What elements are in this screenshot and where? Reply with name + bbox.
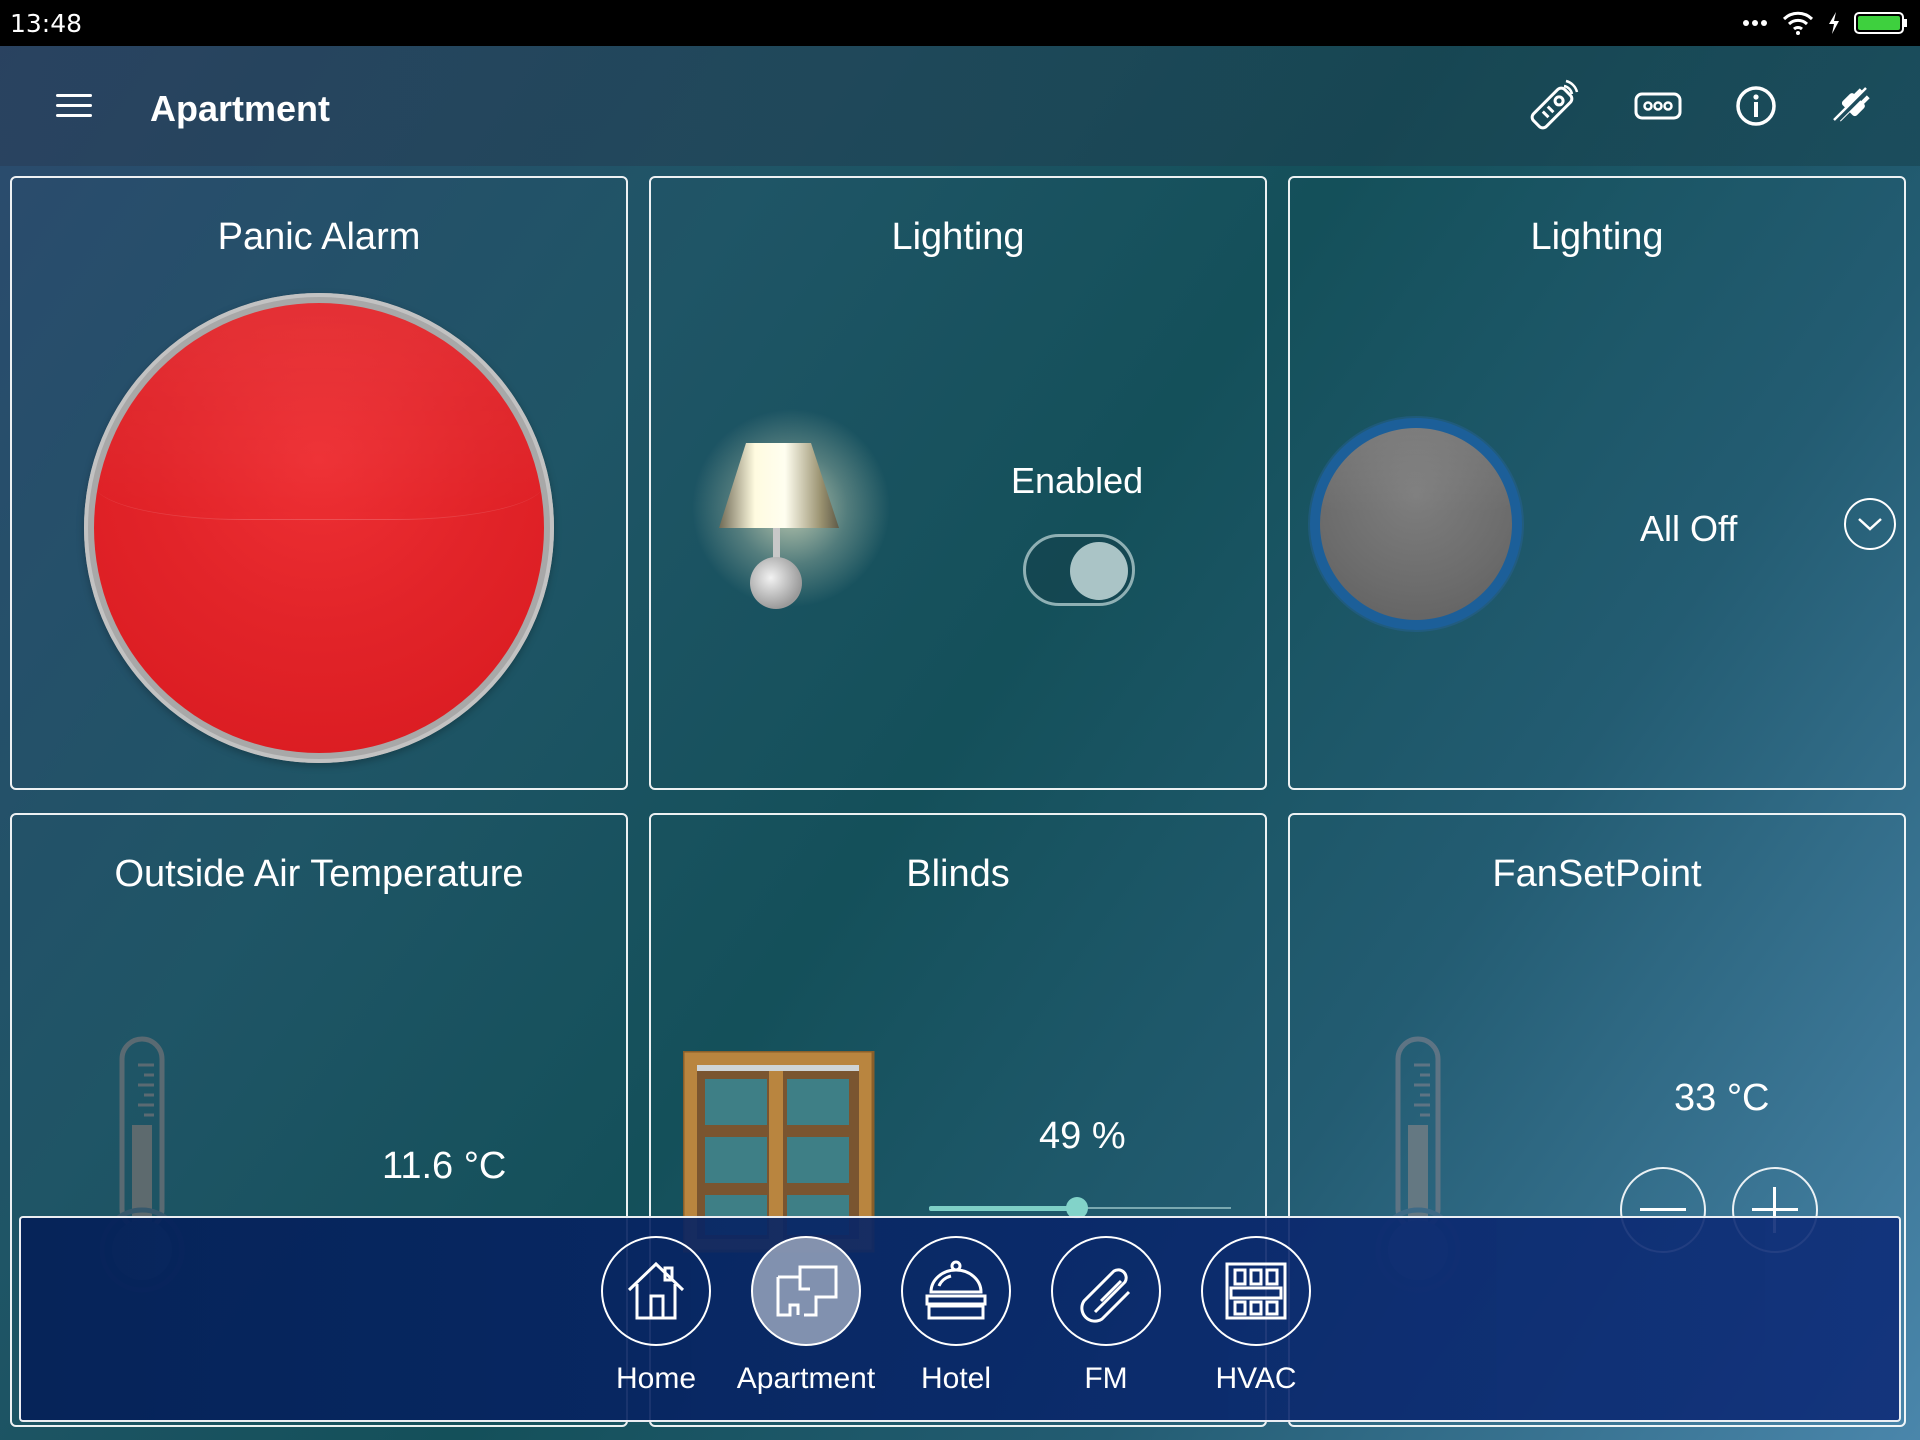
- fan-setpoint-value: 33 °C: [1674, 1077, 1770, 1119]
- tile-title: Outside Air Temperature: [114, 853, 524, 895]
- status-icons: [1742, 8, 1908, 38]
- lighting-scene-value: All Off: [1640, 508, 1738, 549]
- battery-icon: [1854, 12, 1907, 34]
- tile-title: Blinds: [906, 853, 1010, 895]
- nav-label: HVAC: [1215, 1362, 1297, 1395]
- lighting-scene-tile: Lighting All Off: [1288, 176, 1906, 790]
- remote-control-button[interactable]: [1522, 76, 1582, 136]
- remote-icon: [1530, 79, 1579, 130]
- light-state-button[interactable]: [1310, 418, 1522, 630]
- hotel-bell-icon: [925, 1260, 987, 1320]
- hamburger-menu-icon[interactable]: [50, 86, 100, 126]
- nav-item-home[interactable]: Home: [581, 1236, 731, 1416]
- hvac-icon: [1225, 1262, 1287, 1320]
- chevron-down-icon: [1858, 518, 1882, 531]
- tile-title: Panic Alarm: [217, 216, 421, 258]
- blinds-value: 49 %: [1039, 1115, 1126, 1157]
- nav-item-hotel[interactable]: Hotel: [881, 1236, 1031, 1416]
- page-title: Apartment: [150, 88, 331, 129]
- wall-lamp-icon: [719, 443, 839, 609]
- panic-alarm-button[interactable]: [84, 293, 554, 763]
- lighting-status-label: Enabled: [1011, 460, 1144, 501]
- disconnect-button[interactable]: [1822, 76, 1882, 136]
- nav-item-apartment[interactable]: Apartment: [731, 1236, 881, 1416]
- keypad-button[interactable]: [1628, 76, 1688, 136]
- lighting-enable-toggle[interactable]: [1023, 534, 1135, 606]
- panic-alarm-tile: Panic Alarm: [10, 176, 628, 790]
- status-time: 13:48: [10, 9, 83, 38]
- info-button[interactable]: [1726, 76, 1786, 136]
- minus-icon: [1640, 1208, 1686, 1211]
- scene-dropdown-button[interactable]: [1844, 498, 1896, 550]
- apartment-icon: [776, 1265, 838, 1317]
- wifi-icon: [1782, 11, 1814, 35]
- tile-title: FanSetPoint: [1492, 853, 1702, 895]
- info-icon: [1736, 86, 1776, 126]
- bottom-navigation: Home Apartment Hotel FM HVAC: [19, 1216, 1901, 1422]
- app-bar: Apartment: [0, 46, 1920, 166]
- keypad-icon: [1634, 92, 1682, 120]
- lighting-switch-tile: Lighting Enabled: [649, 176, 1267, 790]
- disconnect-plug-icon: [1833, 87, 1870, 124]
- more-dots-icon: [1743, 20, 1767, 26]
- tile-title: Lighting: [891, 216, 1025, 258]
- status-bar: 13:48: [0, 0, 1920, 46]
- charging-bolt-icon: [1829, 12, 1839, 34]
- tile-title: Lighting: [1530, 216, 1664, 258]
- nav-item-fm[interactable]: FM: [1031, 1236, 1181, 1416]
- paperclip-icon: [1080, 1268, 1131, 1323]
- nav-item-hvac[interactable]: HVAC: [1181, 1236, 1331, 1416]
- outside-temperature-value: 11.6 °C: [382, 1145, 507, 1187]
- home-icon: [627, 1261, 685, 1320]
